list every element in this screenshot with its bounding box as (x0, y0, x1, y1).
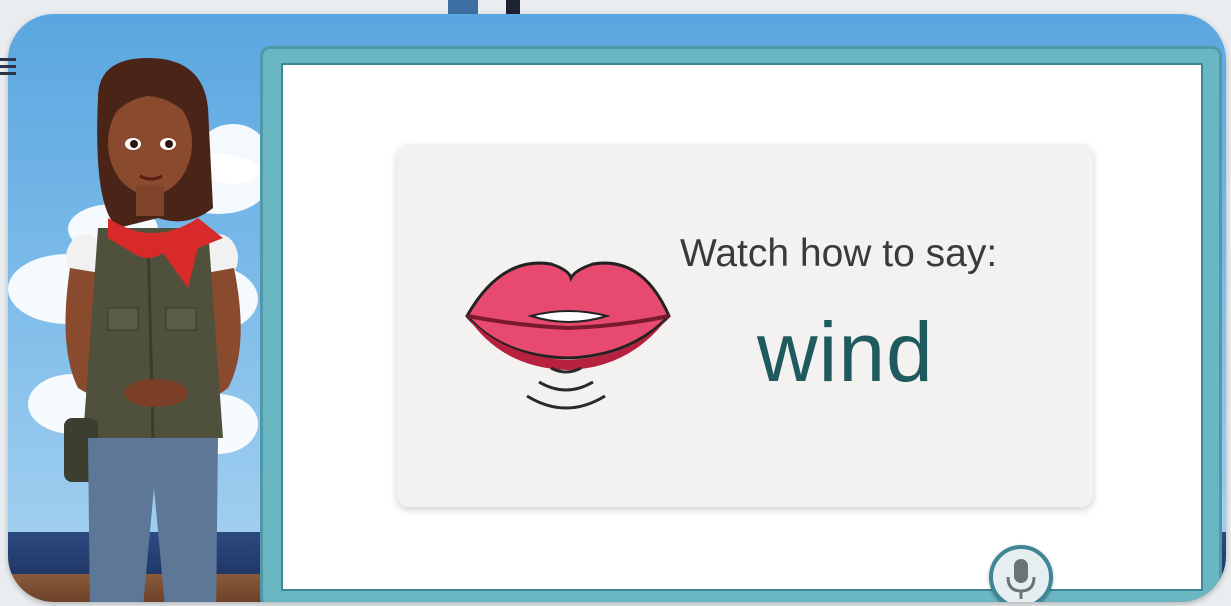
instruction-text: Watch how to say: (680, 232, 998, 275)
whiteboard-surface: Watch how to say: wind (281, 63, 1203, 602)
microphone-button[interactable] (989, 545, 1053, 602)
target-word: wind (757, 305, 934, 399)
lesson-window: Watch how to say: wind (8, 14, 1226, 602)
lesson-screen: Watch how to say: wind (0, 0, 1231, 606)
tutor-character (64, 58, 241, 602)
sound-waves-icon (526, 366, 606, 410)
whiteboard: Watch how to say: wind (260, 46, 1222, 602)
background-fragment (0, 58, 16, 100)
pronunciation-card: Watch how to say: wind (397, 144, 1093, 507)
microphone-icon (1006, 559, 1036, 599)
